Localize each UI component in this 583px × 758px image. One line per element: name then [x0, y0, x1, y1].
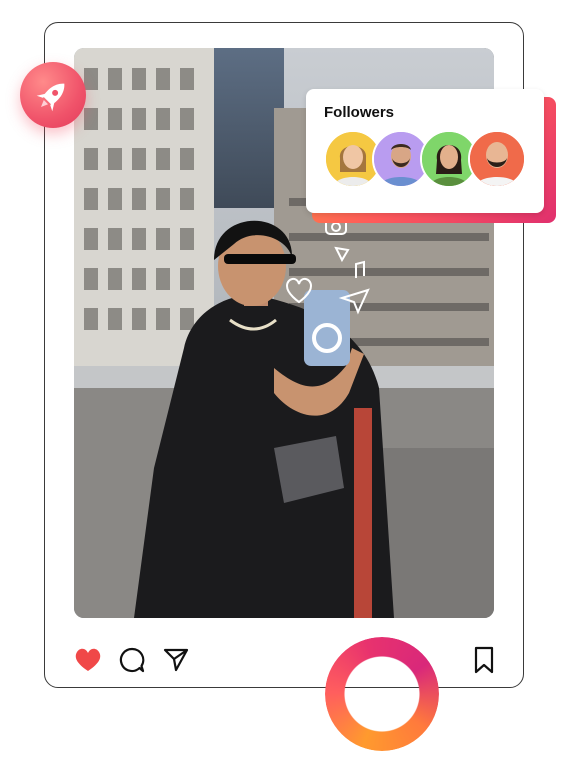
like-button[interactable]	[72, 644, 104, 676]
save-button[interactable]	[468, 644, 500, 676]
boost-badge[interactable]	[20, 62, 86, 128]
heart-icon	[75, 648, 101, 671]
bookmark-icon	[474, 646, 494, 674]
followers-title: Followers	[324, 104, 395, 121]
comment-button[interactable]	[116, 644, 148, 676]
story-ring-icon	[325, 637, 439, 751]
followers-card: Followers	[306, 89, 544, 213]
follower-avatar[interactable]	[468, 130, 526, 188]
person-man-bald	[470, 132, 524, 186]
post-actions	[70, 644, 510, 678]
send-icon	[163, 648, 189, 672]
comment-icon	[119, 647, 145, 673]
rocket-icon	[36, 83, 65, 112]
share-button[interactable]	[160, 644, 192, 676]
